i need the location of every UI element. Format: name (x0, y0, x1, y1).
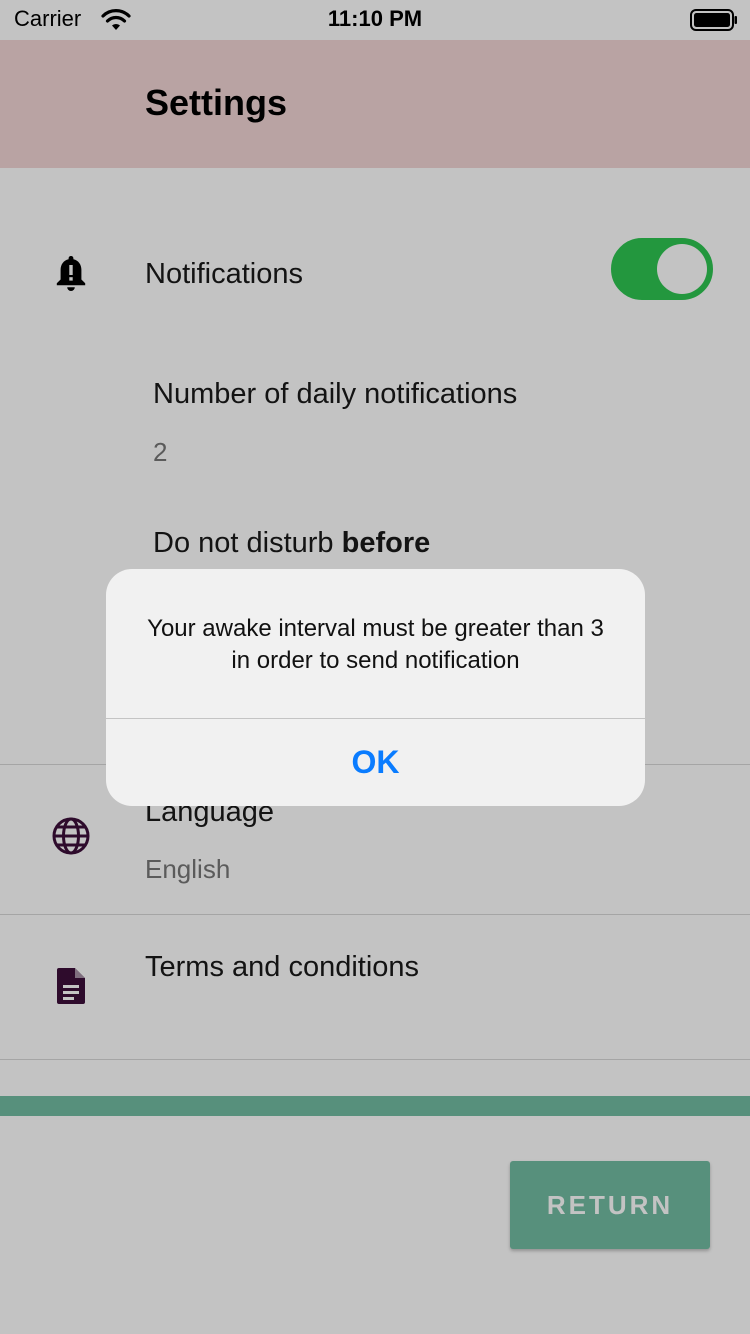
alert-message: Your awake interval must be greater than… (147, 615, 604, 674)
alert-dialog: Your awake interval must be greater than… (106, 569, 645, 806)
settings-screen: Carrier 11:10 PM Settings Notifications … (0, 0, 750, 1334)
alert-ok-button[interactable]: OK (106, 719, 645, 806)
